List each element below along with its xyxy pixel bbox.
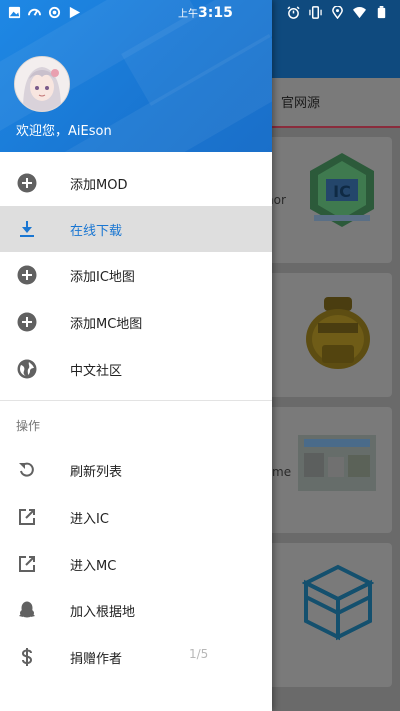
location-icon — [332, 6, 343, 19]
add-circle-icon — [16, 311, 38, 333]
status-time-value: 3:15 — [198, 5, 233, 21]
menu-item-label: 捐赠作者 — [70, 651, 123, 667]
refresh-icon — [16, 459, 38, 481]
status-notification-icons — [8, 6, 81, 19]
status-time-prefix: 上午 — [178, 9, 198, 20]
menu-item-label: 进入IC — [70, 511, 109, 527]
svg-text:IC: IC — [333, 182, 351, 201]
chest-icon — [302, 564, 374, 641]
avatar[interactable] — [14, 56, 70, 112]
wifi-icon — [353, 7, 366, 19]
list-item[interactable]: me — [262, 407, 392, 533]
status-time: 上午3:15 — [178, 5, 233, 21]
tab-official-source[interactable]: 官网源 — [281, 92, 320, 111]
dollar-icon — [16, 646, 38, 668]
speed-icon — [28, 8, 41, 16]
sync-icon — [48, 6, 61, 19]
furniture-mod-image — [298, 435, 376, 491]
menu-item-add-mod[interactable]: 添加MOD — [0, 160, 272, 206]
welcome-text: 欢迎您，AiEson — [16, 124, 112, 139]
list-item[interactable]: nor IC — [262, 137, 392, 263]
backpack-image — [306, 297, 370, 369]
globe-icon — [16, 358, 38, 380]
menu-item-chinese-community[interactable]: 中文社区 — [0, 346, 272, 392]
qq-penguin-icon — [16, 599, 38, 621]
menu-item-label: 刷新列表 — [70, 464, 123, 480]
battery-icon — [377, 6, 386, 19]
open-external-icon — [16, 506, 38, 528]
section-title-actions: 操作 — [16, 419, 41, 433]
status-system-icons — [287, 6, 388, 19]
menu-item-join-base[interactable]: 加入根据地 — [0, 587, 272, 633]
menu-item-add-ic-map[interactable]: 添加IC地图 — [0, 252, 272, 298]
industrial-craft-logo: IC — [310, 153, 374, 227]
menu-item-enter-mc[interactable]: 进入MC — [0, 541, 272, 587]
menu-item-refresh-list[interactable]: 刷新列表 — [0, 447, 272, 493]
avatar-image — [15, 57, 69, 111]
menu-item-add-mc-map[interactable]: 添加MC地图 — [0, 299, 272, 345]
menu-item-label: 添加MC地图 — [70, 316, 143, 332]
add-circle-icon — [16, 172, 38, 194]
image-icon — [8, 6, 21, 19]
menu-item-online-download[interactable]: 在线下载 — [0, 206, 272, 252]
open-external-icon — [16, 553, 38, 575]
list-item-text: me — [272, 465, 292, 479]
menu-item-label: 在线下载 — [70, 223, 123, 239]
page-indicator: 1/5 — [189, 647, 209, 661]
menu-item-label: 添加MOD — [70, 177, 128, 193]
play-store-icon — [69, 6, 81, 19]
vibrate-icon — [309, 6, 322, 19]
menu-item-label: 中文社区 — [70, 363, 123, 379]
download-icon — [16, 218, 38, 240]
divider — [0, 400, 272, 401]
navigation-drawer: 欢迎您，AiEson 添加MOD 在线下载 添加IC地图 添加MC地图 中文社区… — [0, 0, 272, 711]
menu-item-donate-author[interactable]: 捐赠作者 — [0, 634, 272, 680]
menu-item-label: 添加IC地图 — [70, 269, 135, 285]
menu-item-label: 进入MC — [70, 558, 117, 574]
list-item[interactable] — [262, 273, 392, 397]
menu-item-enter-ic[interactable]: 进入IC — [0, 494, 272, 540]
menu-item-label: 加入根据地 — [70, 604, 136, 620]
add-circle-icon — [16, 264, 38, 286]
alarm-icon — [287, 6, 300, 19]
list-item[interactable] — [262, 543, 392, 687]
status-bar: 上午3:15 — [0, 0, 400, 28]
